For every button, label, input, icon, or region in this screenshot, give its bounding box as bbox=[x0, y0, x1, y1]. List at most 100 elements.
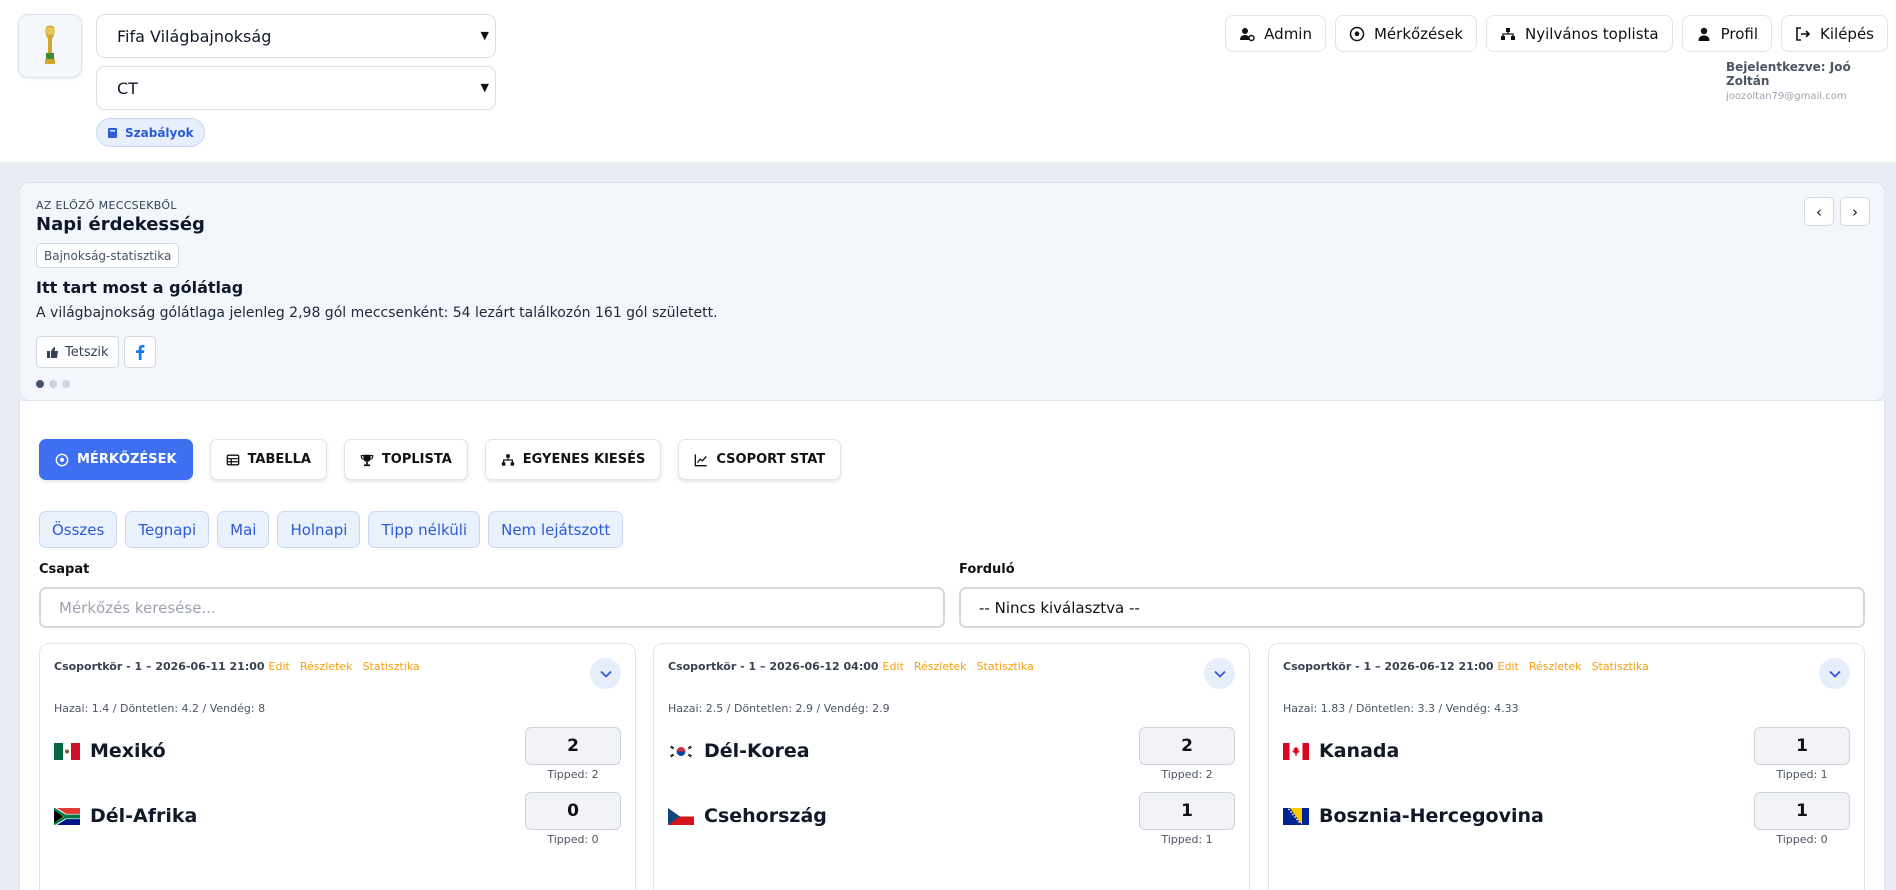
home-team-name: Dél-Korea bbox=[704, 740, 810, 762]
match-card: Csoportkör - 1 – 2026-06-11 21:00 Edit Rés… bbox=[39, 643, 636, 890]
south-korea-flag-icon bbox=[668, 742, 694, 760]
away-score[interactable]: 0 bbox=[525, 792, 621, 830]
filter-not-played[interactable]: Nem lejátszott bbox=[488, 511, 624, 548]
nav-public-leaderboard-button[interactable]: Nyilvános toplista bbox=[1486, 15, 1673, 52]
match-edit-link[interactable]: Edit bbox=[883, 660, 904, 673]
news-text: A világbajnokság gólátlaga jelenleg 2,98… bbox=[36, 305, 718, 321]
table-icon bbox=[226, 454, 239, 465]
round-select[interactable]: -- Nincs kiválasztva -- bbox=[959, 587, 1865, 628]
filter-today[interactable]: Mai bbox=[217, 511, 270, 548]
group-select[interactable]: CT ▼ bbox=[96, 66, 496, 110]
book-icon bbox=[108, 127, 117, 138]
view-tabs: MÉRKŐZÉSEK TABELLA TOPLISTA EGYENES KIES… bbox=[39, 439, 842, 480]
home-team: Dél-Korea bbox=[668, 740, 810, 762]
match-edit-link[interactable]: Edit bbox=[269, 660, 290, 673]
tournament-select[interactable]: Fifa Világbajnokság ▼ bbox=[96, 14, 496, 58]
match-odds: Hazai: 1.4 / Döntetlen: 4.2 / Vendég: 8 bbox=[54, 702, 266, 715]
canada-flag-icon bbox=[1283, 742, 1309, 760]
round-select-value: -- Nincs kiválasztva -- bbox=[979, 598, 1140, 617]
away-tipped: Tipped: 0 bbox=[547, 833, 599, 846]
carousel-dot[interactable] bbox=[49, 380, 57, 388]
filter-all[interactable]: Összes bbox=[39, 511, 118, 548]
home-team-name: Mexikó bbox=[90, 740, 166, 762]
tab-matches-label: MÉRKŐZÉSEK bbox=[77, 452, 177, 467]
logged-in-user: Bejelentkezve: Joó Zoltán bbox=[1726, 60, 1851, 88]
bosnia-flag-icon bbox=[1283, 807, 1309, 825]
match-stats-link[interactable]: Statisztika bbox=[363, 660, 420, 673]
top-navigation: Admin Mérkőzések Nyilvános toplista Prof… bbox=[1225, 15, 1888, 52]
away-team: Csehország bbox=[668, 805, 827, 827]
carousel-prev-button[interactable]: ‹ bbox=[1804, 197, 1834, 226]
tab-table[interactable]: TABELLA bbox=[209, 439, 327, 480]
expand-button[interactable] bbox=[1204, 658, 1235, 689]
carousel-next-button[interactable]: › bbox=[1840, 197, 1870, 226]
away-team-name: Csehország bbox=[704, 805, 827, 827]
tab-knockout[interactable]: EGYENES KIESÉS bbox=[484, 439, 662, 480]
home-team: Mexikó bbox=[54, 740, 166, 762]
nav-logout-label: Kilépés bbox=[1820, 24, 1874, 43]
filter-tomorrow[interactable]: Holnapi bbox=[277, 511, 361, 548]
like-button[interactable]: Tetszik bbox=[36, 336, 119, 368]
home-score[interactable]: 1 bbox=[1754, 727, 1850, 765]
match-details-link[interactable]: Részletek bbox=[300, 660, 353, 673]
match-stats-link[interactable]: Statisztika bbox=[1592, 660, 1649, 673]
away-team-name: Bosznia-Hercegovina bbox=[1319, 805, 1544, 827]
match-search-input[interactable]: Mérkőzés keresése... bbox=[39, 587, 945, 628]
tab-group-stats[interactable]: CSOPORT STAT bbox=[678, 439, 842, 480]
soccer-ball-icon bbox=[1349, 26, 1365, 41]
match-details-link[interactable]: Részletek bbox=[1529, 660, 1582, 673]
nav-logout-button[interactable]: Kilépés bbox=[1781, 15, 1888, 52]
home-score[interactable]: 2 bbox=[1139, 727, 1235, 765]
chevron-down-icon bbox=[1828, 670, 1841, 678]
expand-button[interactable] bbox=[590, 658, 621, 689]
app-header: Fifa Világbajnokság ▼ CT ▼ Szabályok Adm… bbox=[0, 0, 1896, 162]
nav-admin-button[interactable]: Admin bbox=[1225, 15, 1326, 52]
expand-button[interactable] bbox=[1819, 658, 1850, 689]
podium-icon bbox=[1501, 27, 1516, 40]
tab-matches[interactable]: MÉRKŐZÉSEK bbox=[39, 439, 193, 480]
rules-button-label: Szabályok bbox=[125, 125, 194, 140]
away-score[interactable]: 1 bbox=[1139, 792, 1235, 830]
chevron-down-icon bbox=[599, 670, 612, 678]
czechia-flag-icon bbox=[668, 807, 694, 825]
away-team-name: Dél-Afrika bbox=[90, 805, 198, 827]
carousel-dots bbox=[36, 380, 70, 388]
user-icon bbox=[1698, 27, 1710, 41]
admin-user-icon bbox=[1240, 27, 1255, 41]
away-score[interactable]: 1 bbox=[1754, 792, 1850, 830]
like-button-label: Tetszik bbox=[65, 344, 109, 360]
home-team: Kanada bbox=[1283, 740, 1399, 762]
carousel-dot[interactable] bbox=[36, 380, 44, 388]
filter-no-tip[interactable]: Tipp nélküli bbox=[368, 511, 481, 548]
carousel-dot[interactable] bbox=[62, 380, 70, 388]
away-team: Dél-Afrika bbox=[54, 805, 197, 827]
match-odds: Hazai: 1.83 / Döntetlen: 3.3 / Vendég: 4… bbox=[1283, 702, 1519, 715]
soccer-ball-icon bbox=[55, 453, 69, 466]
world-cup-trophy-logo[interactable] bbox=[18, 14, 82, 78]
match-details-link[interactable]: Részletek bbox=[914, 660, 967, 673]
match-round-date: Csoportkör - 1 – 2026-06-12 04:00 bbox=[668, 660, 879, 673]
south-africa-flag-icon bbox=[54, 807, 80, 825]
match-header: Csoportkör - 1 – 2026-06-12 04:00 Edit Rés… bbox=[668, 660, 1034, 673]
nav-profile-button[interactable]: Profil bbox=[1681, 15, 1773, 52]
nav-admin-label: Admin bbox=[1264, 24, 1312, 43]
home-tipped: Tipped: 1 bbox=[1776, 768, 1828, 781]
nav-matches-button[interactable]: Mérkőzések bbox=[1334, 15, 1478, 52]
match-edit-link[interactable]: Edit bbox=[1498, 660, 1519, 673]
filter-yesterday[interactable]: Tegnapi bbox=[125, 511, 210, 548]
mexico-flag-icon bbox=[54, 742, 80, 760]
home-score[interactable]: 2 bbox=[525, 727, 621, 765]
tab-leaderboard-label: TOPLISTA bbox=[381, 452, 452, 467]
date-filters: Összes Tegnapi Mai Holnapi Tipp nélküli … bbox=[39, 511, 624, 548]
news-kicker: AZ ELŐZŐ MECCSEKBŐL bbox=[36, 199, 177, 212]
match-header: Csoportkör - 1 – 2026-06-12 21:00 Edit Rés… bbox=[1283, 660, 1649, 673]
logout-icon bbox=[1796, 26, 1811, 41]
match-stats-link[interactable]: Statisztika bbox=[977, 660, 1034, 673]
nav-matches-label: Mérkőzések bbox=[1373, 24, 1464, 43]
facebook-share-button[interactable] bbox=[124, 336, 156, 368]
match-odds: Hazai: 2.5 / Döntetlen: 2.9 / Vendég: 2.… bbox=[668, 702, 890, 715]
tab-leaderboard[interactable]: TOPLISTA bbox=[343, 439, 468, 480]
rules-button[interactable]: Szabályok bbox=[96, 118, 205, 147]
team-filter-label: Csapat bbox=[39, 562, 90, 577]
facebook-icon bbox=[136, 345, 145, 360]
